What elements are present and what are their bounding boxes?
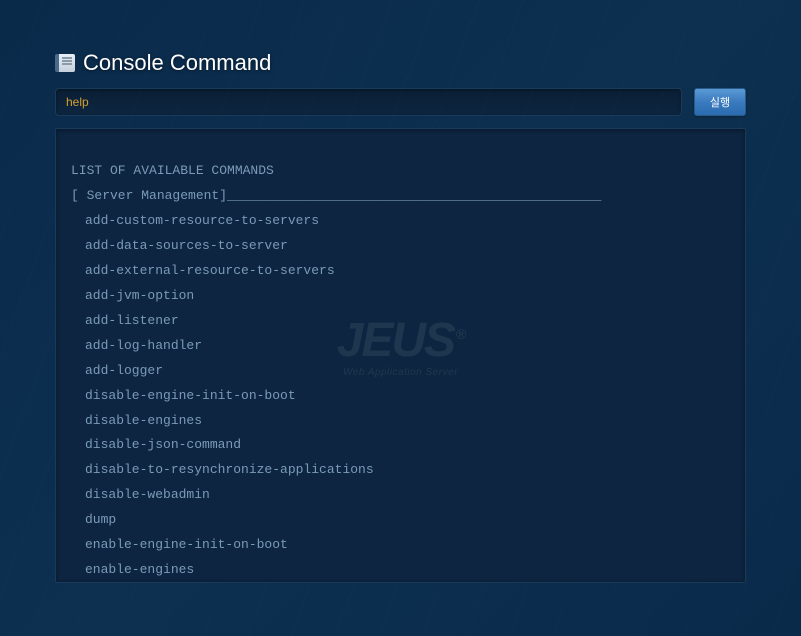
command-item: add-data-sources-to-server [71,234,730,259]
command-item: disable-to-resynchronize-applications [71,458,730,483]
output-heading: LIST OF AVAILABLE COMMANDS [71,159,730,184]
command-item: dump [71,508,730,533]
input-row: 실행 [55,88,746,116]
command-item: add-jvm-option [71,284,730,309]
command-item: disable-webadmin [71,483,730,508]
output-content: LIST OF AVAILABLE COMMANDS [ Server Mana… [71,159,730,583]
command-item: disable-engine-init-on-boot [71,384,730,409]
command-item: enable-engine-init-on-boot [71,533,730,558]
command-item: add-custom-resource-to-servers [71,209,730,234]
command-item: enable-engines [71,558,730,583]
command-item: add-listener [71,309,730,334]
command-item: disable-engines [71,409,730,434]
execute-button[interactable]: 실행 [694,88,746,116]
page-title: Console Command [83,50,271,76]
console-icon [55,54,75,72]
command-item: add-logger [71,359,730,384]
commands-list: add-custom-resource-to-serversadd-data-s… [71,209,730,583]
header: Console Command [55,50,746,76]
output-panel[interactable]: JEUS® Web Application Server LIST OF AVA… [55,128,746,583]
command-item: disable-json-command [71,433,730,458]
output-section: [ Server Management]____________________… [71,184,730,209]
command-input[interactable] [55,88,682,116]
command-item: add-log-handler [71,334,730,359]
command-item: add-external-resource-to-servers [71,259,730,284]
